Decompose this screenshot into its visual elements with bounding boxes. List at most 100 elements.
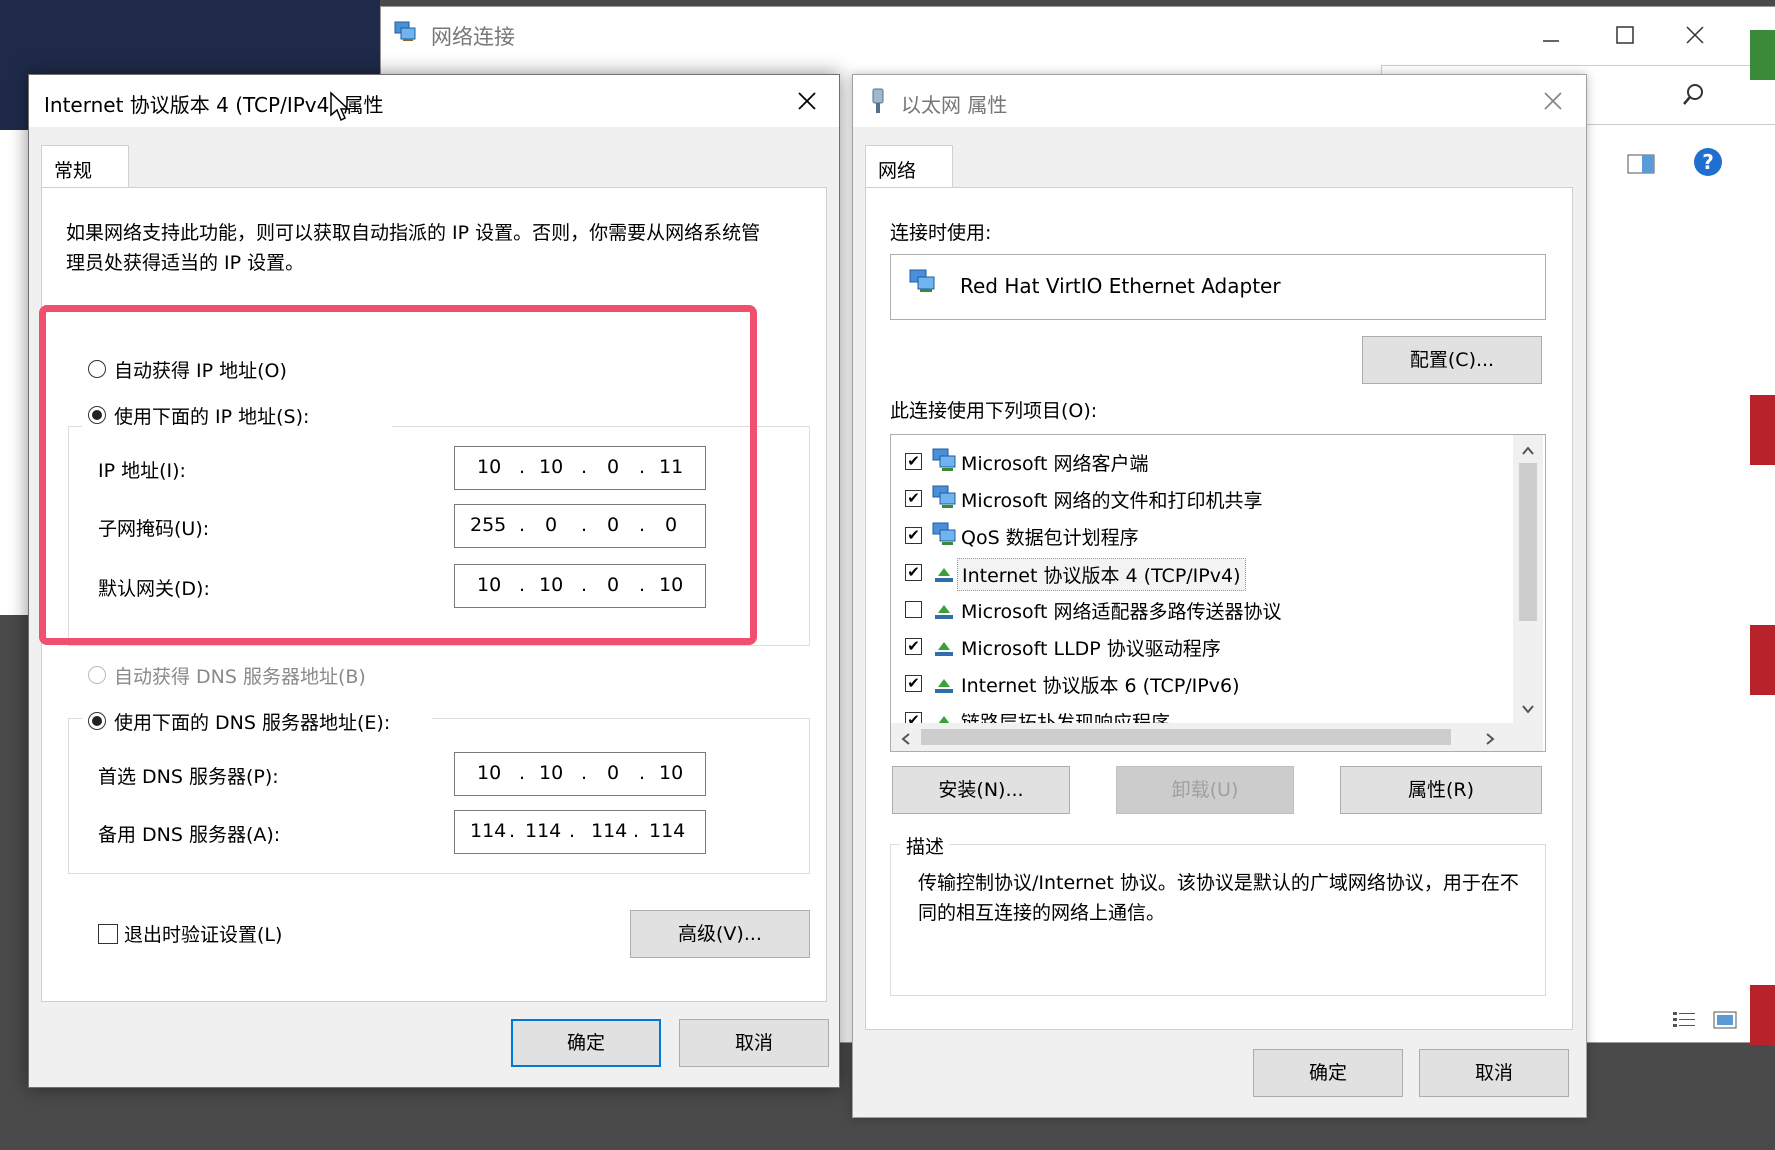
item-label: Internet 协议版本 6 (TCP/IPv6)	[961, 675, 1240, 697]
properties-button[interactable]: 属性(R)	[1340, 766, 1542, 814]
item-checkbox[interactable]: ✔	[905, 453, 922, 470]
item-checkbox[interactable]: ✔	[905, 527, 922, 544]
close-button[interactable]	[789, 83, 825, 119]
validate-on-exit-label[interactable]: 退出时验证设置(L)	[124, 920, 282, 947]
item-label: Microsoft 网络的文件和打印机共享	[961, 490, 1263, 512]
large-icons-view-icon[interactable]	[1711, 1009, 1739, 1031]
tab-label: 网络	[878, 160, 917, 182]
items-label: 此连接使用下列项目(O):	[890, 400, 1098, 422]
list-item[interactable]: Microsoft 网络适配器多路传送器协议	[891, 591, 1501, 625]
advanced-button[interactable]: 高级(V)...	[630, 910, 810, 958]
item-label: QoS 数据包计划程序	[961, 527, 1139, 549]
list-item[interactable]: ✔ Microsoft LLDP 协议驱动程序	[891, 628, 1501, 662]
tab-networking[interactable]: 网络	[865, 145, 953, 189]
description-label: 描述	[900, 832, 951, 859]
minimize-button[interactable]	[1531, 15, 1571, 55]
octet: 114	[525, 820, 562, 842]
close-button[interactable]	[1535, 83, 1571, 119]
network-connections-icon	[393, 19, 417, 43]
octet: 10	[539, 762, 564, 784]
items-list[interactable]: ✔ Microsoft 网络客户端 ✔ Microsoft 网络的文件和打印机共享 ✔ Q…	[890, 434, 1546, 752]
tab-general[interactable]: 常规	[41, 145, 129, 189]
scrollbar-corner	[1513, 723, 1543, 751]
preferred-dns-field[interactable]: 10. 10. 0. 10	[454, 752, 706, 796]
close-button[interactable]	[1675, 15, 1715, 55]
list-item[interactable]: ✔ Microsoft 网络客户端	[891, 443, 1501, 477]
intro-text: 如果网络支持此功能，则可以获取自动指派的 IP 设置。否则，你需要从网络系统管理…	[66, 222, 761, 274]
scroll-up-icon[interactable]	[1521, 441, 1535, 455]
ethernet-icon	[869, 87, 887, 115]
window-title: 网络连接	[431, 25, 515, 49]
list-item[interactable]: ✔ Internet 协议版本 6 (TCP/IPv6)	[891, 665, 1501, 699]
validate-on-exit-checkbox[interactable]	[98, 924, 118, 944]
background-side-tab	[1750, 625, 1775, 695]
dialog-title: 以太网 属性	[901, 93, 1008, 117]
adapter-name: Red Hat VirtIO Ethernet Adapter	[960, 274, 1281, 298]
protocol-icon	[931, 669, 957, 695]
connect-using-label: 连接时使用:	[890, 222, 992, 244]
item-checkbox[interactable]: ✔	[905, 675, 922, 692]
tab-panel: 连接时使用: Red Hat VirtIO Ethernet Adapter 配…	[865, 187, 1573, 1030]
scroll-thumb[interactable]	[1519, 463, 1537, 621]
details-view-icon[interactable]	[1671, 1009, 1699, 1031]
item-checkbox[interactable]	[905, 601, 922, 618]
preferred-dns-label: 首选 DNS 服务器(P):	[98, 766, 279, 788]
ethernet-properties-dialog: 以太网 属性 网络 连接时使用: Red Hat VirtIO Ethernet…	[852, 74, 1587, 1118]
network-client-icon	[931, 484, 957, 510]
network-client-icon	[931, 447, 957, 473]
background-side-tab	[1750, 30, 1775, 80]
vertical-scrollbar[interactable]	[1513, 435, 1543, 723]
uninstall-button[interactable]: 卸载(U)	[1116, 766, 1294, 814]
network-adapter-icon	[908, 268, 936, 294]
list-item[interactable]: ✔ Microsoft 网络的文件和打印机共享	[891, 480, 1501, 514]
item-label: Microsoft 网络适配器多路传送器协议	[961, 601, 1282, 623]
background-side-tab	[1750, 985, 1775, 1045]
octet: 114	[470, 820, 507, 842]
item-label: Internet 协议版本 4 (TCP/IPv4)	[957, 558, 1246, 591]
svg-text:?: ?	[1702, 150, 1714, 174]
list-item[interactable]: ✔ Internet 协议版本 4 (TCP/IPv4)	[891, 554, 1501, 591]
octet: 10	[477, 762, 502, 784]
preview-pane-icon[interactable]	[1627, 153, 1655, 175]
octet: 0	[607, 762, 620, 784]
protocol-icon	[931, 558, 957, 584]
ipv4-properties-dialog: Internet 协议版本 4 (TCP/IPv4) 属性 常规 如果网络支持此…	[28, 74, 840, 1088]
help-icon[interactable]: ?	[1693, 147, 1723, 177]
mouse-cursor-icon	[329, 91, 351, 123]
maximize-button[interactable]	[1605, 15, 1645, 55]
cancel-button[interactable]: 取消	[679, 1019, 829, 1067]
background-side-tab	[1750, 395, 1775, 465]
auto-dns-radio[interactable]	[88, 666, 106, 684]
item-label: Microsoft 网络客户端	[961, 453, 1149, 475]
item-checkbox[interactable]: ✔	[905, 564, 922, 581]
ok-button[interactable]: 确定	[511, 1019, 661, 1067]
scroll-right-icon[interactable]	[1485, 731, 1497, 745]
list-item[interactable]: ✔ QoS 数据包计划程序	[891, 517, 1501, 551]
auto-dns-label[interactable]: 自动获得 DNS 服务器地址(B)	[114, 662, 366, 689]
configure-button[interactable]: 配置(C)...	[1362, 336, 1542, 384]
tab-label: 常规	[54, 160, 93, 182]
alternate-dns-label: 备用 DNS 服务器(A):	[98, 824, 281, 846]
search-icon[interactable]	[1681, 82, 1707, 108]
octet: 10	[659, 762, 684, 784]
item-label: Microsoft LLDP 协议驱动程序	[961, 638, 1221, 660]
octet: 114	[591, 820, 628, 842]
manual-dns-radio[interactable]	[88, 712, 106, 730]
scroll-down-icon[interactable]	[1521, 701, 1535, 714]
scroll-thumb[interactable]	[921, 729, 1451, 745]
description-text: 传输控制协议/Internet 协议。该协议是默认的广域网络协议，用于在不同的相…	[918, 872, 1519, 924]
horizontal-scrollbar[interactable]	[891, 723, 1513, 751]
install-button[interactable]: 安装(N)...	[892, 766, 1070, 814]
alternate-dns-field[interactable]: 114. 114. 114. 114	[454, 810, 706, 854]
cancel-button[interactable]: 取消	[1419, 1049, 1569, 1097]
item-checkbox[interactable]: ✔	[905, 490, 922, 507]
highlight-box	[39, 305, 757, 645]
octet: 114	[649, 820, 686, 842]
network-client-icon	[931, 521, 957, 547]
manual-dns-label[interactable]: 使用下面的 DNS 服务器地址(E):	[114, 708, 390, 735]
ok-button[interactable]: 确定	[1253, 1049, 1403, 1097]
protocol-icon	[931, 632, 957, 658]
protocol-icon	[931, 595, 957, 621]
item-checkbox[interactable]: ✔	[905, 638, 922, 655]
scroll-left-icon[interactable]	[899, 731, 911, 745]
